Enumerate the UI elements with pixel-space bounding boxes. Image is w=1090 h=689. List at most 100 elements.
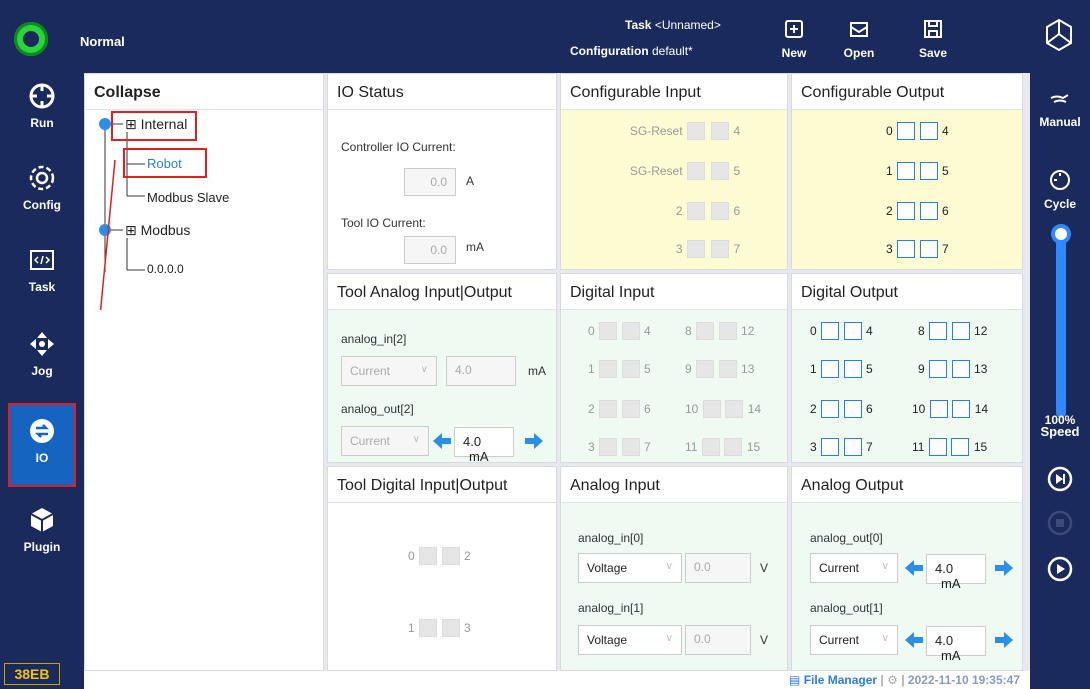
decrease-arrow-icon[interactable] [432,432,452,450]
di-label: 15 [746,440,761,454]
co-checkbox[interactable] [919,240,938,258]
di-checkbox[interactable] [599,400,618,418]
analog-out1-mode-select[interactable]: Current ∨ [810,625,898,655]
tool-analog-out-value[interactable]: 4.0 mA [454,427,514,464]
di-checkbox[interactable] [621,360,640,378]
do-checkbox[interactable] [843,400,862,418]
di-label: 13 [741,362,755,376]
co-checkbox[interactable] [897,202,916,220]
tool-analog-in-mode-select[interactable]: Current ∨ [341,356,437,386]
co-checkbox[interactable] [897,162,916,180]
nav-io[interactable]: IO [8,403,76,487]
di-checkbox[interactable] [701,438,720,456]
di-checkbox[interactable] [718,360,737,378]
do-checkbox[interactable] [843,438,862,456]
analog-in1-mode-select[interactable]: Voltage ∨ [578,625,682,655]
di-checkbox[interactable] [621,438,640,456]
digital-output-panel: Digital Output 0 4 8 12 1 5 9 13 2 6 10 … [791,273,1023,463]
manual-mode-button[interactable]: Manual [1030,86,1090,129]
new-button[interactable]: New [766,12,822,66]
do-checkbox[interactable] [821,322,840,340]
di-checkbox[interactable] [696,360,715,378]
ci-checkbox[interactable] [687,162,705,180]
di-checkbox[interactable] [621,400,640,418]
di-checkbox[interactable] [724,438,743,456]
ci-label-a: SG-Reset [629,164,683,178]
tree-node-modbus-slave[interactable]: Modbus Slave [147,190,229,205]
co-checkbox[interactable] [919,202,938,220]
td-checkbox[interactable] [419,619,438,637]
td-checkbox[interactable] [419,547,438,565]
do-checkbox[interactable] [929,322,948,340]
di-checkbox[interactable] [702,400,721,418]
di-checkbox[interactable] [599,322,618,340]
speed-slider[interactable] [1051,224,1071,418]
nav-jog[interactable]: Jog [8,322,76,396]
di-checkbox[interactable] [725,400,744,418]
nav-task[interactable]: Task [8,238,76,312]
di-label: 11 [685,440,698,454]
increase-arrow-icon[interactable] [994,559,1014,577]
do-checkbox[interactable] [952,400,971,418]
highlight-box [123,148,207,178]
ci-label-b: 5 [733,164,741,178]
do-checkbox[interactable] [929,400,948,418]
do-checkbox[interactable] [821,400,840,418]
co-checkbox[interactable] [919,122,938,140]
do-checkbox[interactable] [951,438,970,456]
ci-row: 3 [676,240,705,258]
ci-checkbox[interactable] [711,202,729,220]
td-checkbox[interactable] [441,547,460,565]
nav-plugin[interactable]: Plugin [8,498,76,572]
do-checkbox[interactable] [821,360,840,378]
do-checkbox[interactable] [929,360,948,378]
ci-checkbox[interactable] [687,122,705,140]
speed-readout: 100% Speed [1030,414,1090,438]
ci-checkbox[interactable] [687,240,705,258]
save-button[interactable]: Save [905,12,961,66]
tree-node-ip[interactable]: 0.0.0.0 [147,262,184,276]
analog-out0-mode-select[interactable]: Current ∨ [810,553,898,583]
do-checkbox[interactable] [928,438,947,456]
do-checkbox[interactable] [843,322,862,340]
di-checkbox[interactable] [621,322,640,340]
decrease-arrow-icon[interactable] [904,631,924,649]
co-checkbox[interactable] [919,162,938,180]
play-icon[interactable] [1047,556,1073,582]
decrease-arrow-icon[interactable] [904,559,924,577]
stop-icon[interactable] [1047,510,1073,536]
configurable-input-body: SG-Reset 4 SG-Reset 5 2 6 3 7 [561,110,787,269]
analog-out1-value[interactable]: 4.0 mA [926,626,986,663]
cycle-mode-button[interactable]: Cycle [1030,168,1090,211]
footer-bar: ▤ File Manager | ⚙ | 2022-11-10 19:35:47 [84,671,1030,689]
nav-run[interactable]: Run [8,74,76,148]
increase-arrow-icon[interactable] [524,432,544,450]
co-checkbox[interactable] [897,122,916,140]
td-checkbox[interactable] [441,619,460,637]
co-checkbox[interactable] [897,240,916,258]
di-checkbox[interactable] [696,322,715,340]
ci-checkbox[interactable] [711,162,729,180]
do-row: 9 13 [918,360,987,378]
do-checkbox[interactable] [951,322,970,340]
file-manager-link[interactable]: ▤ File Manager [789,673,877,687]
analog-in0-mode-select[interactable]: Voltage ∨ [578,553,682,583]
di-checkbox[interactable] [718,322,737,340]
ci-checkbox[interactable] [687,202,705,220]
speed-slider-handle[interactable] [1051,224,1071,244]
do-checkbox[interactable] [951,360,970,378]
step-forward-icon[interactable] [1047,466,1073,492]
increase-arrow-icon[interactable] [994,631,1014,649]
do-checkbox[interactable] [821,438,840,456]
do-checkbox[interactable] [843,360,862,378]
di-checkbox[interactable] [599,360,618,378]
analog-out0-value[interactable]: 4.0 mA [926,554,986,591]
nav-config[interactable]: Config [8,156,76,230]
di-checkbox[interactable] [599,438,618,456]
ci-checkbox[interactable] [711,240,729,258]
io-status-panel: IO Status Controller IO Current: 0.0 A T… [327,73,557,270]
open-button[interactable]: Open [831,12,887,66]
tree-node-modbus[interactable]: ⊞ Modbus [125,222,190,239]
ci-checkbox[interactable] [711,122,729,140]
tool-analog-out-mode-select[interactable]: Current ∨ [341,426,429,456]
